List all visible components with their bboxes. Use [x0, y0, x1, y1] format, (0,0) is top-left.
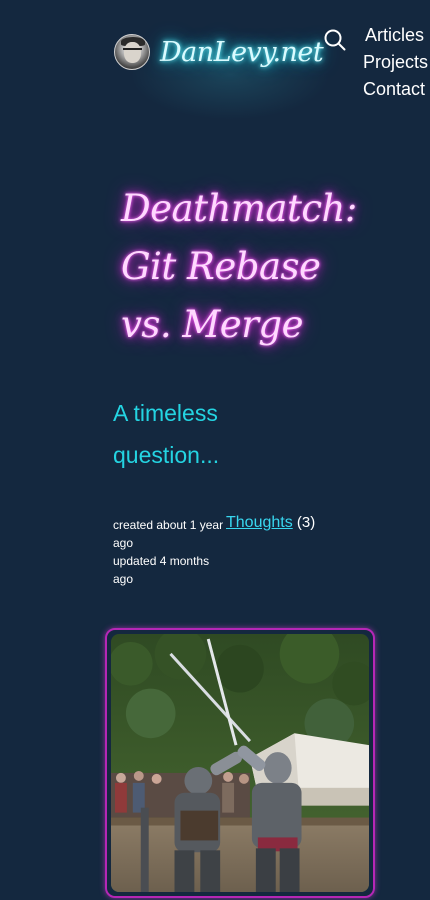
- main-nav: Articles Projects Contact: [363, 22, 428, 103]
- search-icon: [324, 29, 346, 51]
- site-name: DanLevy.net: [160, 36, 324, 68]
- updated-date: updated 4 months ago: [113, 554, 210, 586]
- category-link[interactable]: Thoughts: [226, 514, 293, 531]
- post-title-line: Git Rebase: [121, 245, 321, 288]
- category-count: (3): [296, 514, 316, 531]
- post-title-line: vs. Merge: [121, 303, 303, 346]
- nav-item-contact[interactable]: Contact: [363, 76, 428, 103]
- post-category: Thoughts (3): [226, 512, 315, 534]
- avatar: [114, 34, 150, 70]
- page: DanLevy.net Articles Projects Contact De…: [0, 0, 430, 900]
- post-subtitle: A timeless question...: [113, 400, 220, 468]
- hero-image-knights: [111, 634, 369, 892]
- site-brand-link[interactable]: DanLevy.net: [114, 34, 324, 70]
- post-title-line: Deathmatch:: [121, 187, 357, 230]
- post-title: Deathmatch: Git Rebase vs. Merge: [121, 180, 357, 354]
- nav-item-articles[interactable]: Articles: [363, 22, 428, 49]
- nav-item-projects[interactable]: Projects: [363, 49, 428, 76]
- hero-image-frame[interactable]: [105, 628, 375, 898]
- post-dates: created about 1 year ago updated 4 month…: [113, 516, 225, 588]
- search-button[interactable]: [323, 28, 347, 52]
- created-date: created about 1 year ago: [113, 518, 224, 550]
